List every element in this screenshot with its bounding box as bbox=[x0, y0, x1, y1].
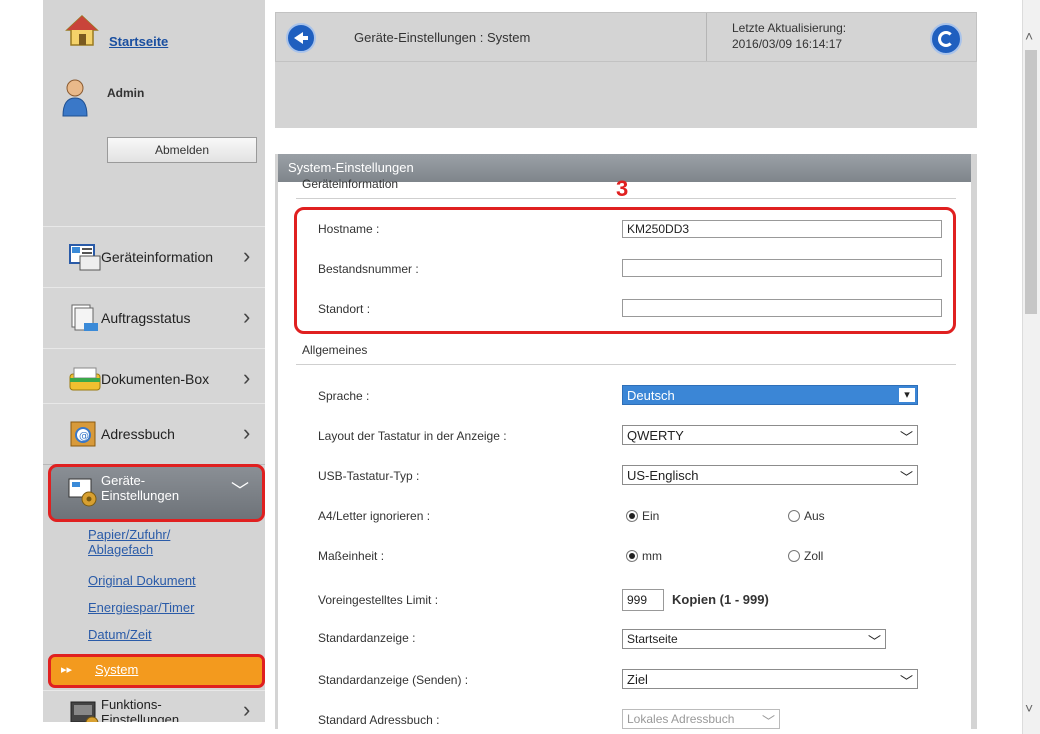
address-book-icon: @ bbox=[70, 421, 96, 447]
last-update-value: 2016/03/09 16:14:17 bbox=[732, 37, 843, 51]
chevron-down-icon: ﹀ bbox=[867, 634, 881, 649]
svg-text:@: @ bbox=[79, 431, 89, 442]
panel-title: System-Einstellungen bbox=[288, 160, 414, 175]
chevron-down-icon: ﹀ bbox=[899, 674, 913, 689]
sidebar-item-label: Auftragsstatus bbox=[101, 310, 191, 326]
chevron-down-icon: ﹀ bbox=[761, 714, 775, 729]
refresh-icon[interactable] bbox=[930, 23, 962, 55]
unit-label: Maßeinheit : bbox=[318, 549, 385, 563]
sub-link-label: System bbox=[95, 662, 139, 677]
sidebar-item-device-settings[interactable]: Geräte- Einstellungen ﹀ bbox=[48, 464, 265, 522]
limit-input[interactable] bbox=[622, 589, 664, 611]
back-arrow-icon[interactable] bbox=[286, 23, 316, 53]
sub-link-original-document[interactable]: Original Dokument bbox=[88, 573, 196, 588]
default-screen-label: Standardanzeige : bbox=[318, 631, 416, 645]
chevron-right-icon: › bbox=[243, 365, 251, 390]
select-value: QWERTY bbox=[627, 428, 684, 443]
scroll-up-icon[interactable]: ˄ bbox=[1025, 28, 1033, 44]
sidebar-item-job-status[interactable]: Auftragsstatus › bbox=[43, 287, 265, 349]
device-settings-icon bbox=[68, 478, 97, 507]
sidebar-item-address-book[interactable]: @ Adressbuch › bbox=[43, 403, 265, 465]
default-screen-send-select[interactable]: Ziel ﹀ bbox=[622, 669, 918, 689]
sidebar-item-label: Geräte- Einstellungen bbox=[101, 473, 180, 503]
sub-link-date-time[interactable]: Datum/Zeit bbox=[88, 627, 152, 642]
limit-suffix: Kopien (1 - 999) bbox=[672, 592, 769, 607]
sub-link-system[interactable]: ▸▸ System bbox=[48, 654, 265, 688]
home-icon bbox=[65, 14, 99, 46]
highlight-box bbox=[294, 207, 956, 334]
last-update-label: Letzte Aktualisierung: bbox=[732, 21, 847, 35]
a4-letter-label: A4/Letter ignorieren : bbox=[318, 509, 431, 523]
user-row: Admin bbox=[43, 74, 265, 126]
select-value: Deutsch bbox=[627, 388, 675, 403]
default-addressbook-select[interactable]: Lokales Adressbuch ﹀ bbox=[622, 709, 780, 729]
callout-3: 3 bbox=[616, 176, 629, 201]
sidebar-item-label: Adressbuch bbox=[101, 426, 175, 442]
function-settings-icon bbox=[70, 701, 99, 722]
select-value: Ziel bbox=[627, 672, 648, 687]
radio-label: Aus bbox=[804, 509, 825, 523]
device-info-icon bbox=[69, 244, 101, 271]
panel-edge bbox=[971, 154, 977, 729]
document-box-icon bbox=[69, 367, 101, 391]
unit-mm-radio[interactable] bbox=[626, 550, 638, 562]
language-label: Sprache : bbox=[318, 389, 370, 403]
chevron-right-icon: › bbox=[243, 304, 251, 329]
user-name: Admin bbox=[107, 86, 145, 100]
sidebar-item-function-settings[interactable]: Funktions- Einstellungen › bbox=[43, 690, 265, 722]
radio-label: mm bbox=[642, 549, 662, 563]
a4-letter-off-radio[interactable] bbox=[788, 510, 800, 522]
user-avatar-icon bbox=[62, 79, 88, 117]
default-screen-select[interactable]: Startseite ﹀ bbox=[622, 629, 886, 649]
language-select[interactable]: Deutsch ▾ bbox=[622, 385, 918, 405]
usb-keyboard-select[interactable]: US-Englisch ﹀ bbox=[622, 465, 918, 485]
limit-label: Voreingestelltes Limit : bbox=[318, 593, 439, 607]
job-status-icon bbox=[71, 304, 98, 331]
sidebar-item-label: Geräteinformation bbox=[101, 249, 214, 265]
divider bbox=[296, 364, 956, 365]
section-general: Allgemeines bbox=[302, 343, 368, 357]
unit-inch-radio[interactable] bbox=[788, 550, 800, 562]
radio-label: Zoll bbox=[804, 549, 824, 563]
sub-link-energy-saver[interactable]: Energiespar/Timer bbox=[88, 600, 194, 615]
scroll-down-icon[interactable]: ˅ bbox=[1025, 700, 1033, 716]
chevron-right-icon: › bbox=[243, 420, 251, 445]
sidebar-item-document-box[interactable]: Dokumenten-Box › bbox=[43, 348, 265, 410]
sidebar-item-label: Funktions- Einstellungen bbox=[101, 697, 180, 722]
bullet-icon: ▸▸ bbox=[61, 664, 73, 676]
scrollbar-thumb[interactable] bbox=[1025, 50, 1037, 314]
chevron-down-icon: ﹀ bbox=[899, 470, 913, 485]
top-bar: Geräte-Einstellungen : System Letzte Akt… bbox=[275, 12, 977, 62]
chevron-right-icon: › bbox=[243, 697, 251, 722]
keyboard-layout-select[interactable]: QWERTY ﹀ bbox=[622, 425, 918, 445]
sidebar-item-device-info[interactable]: Geräteinformation › bbox=[43, 226, 265, 288]
chevron-down-icon: ﹀ bbox=[231, 481, 249, 501]
chevron-down-icon: ﹀ bbox=[899, 430, 913, 445]
default-screen-send-label: Standardanzeige (Senden) : bbox=[318, 673, 469, 687]
home-link[interactable]: Startseite bbox=[109, 34, 168, 49]
usb-keyboard-label: USB-Tastatur-Typ : bbox=[318, 469, 420, 483]
a4-letter-on-radio[interactable] bbox=[626, 510, 638, 522]
chevron-down-icon: ▾ bbox=[899, 388, 915, 402]
keyboard-layout-label: Layout der Tastatur in der Anzeige : bbox=[318, 429, 507, 443]
select-value: Lokales Adressbuch bbox=[627, 712, 735, 726]
divider bbox=[706, 13, 707, 61]
sub-link-paper-feed[interactable]: Papier/Zufuhr/Ablagefach bbox=[88, 527, 170, 557]
sidebar-item-label: Dokumenten-Box bbox=[101, 371, 210, 387]
radio-label: Ein bbox=[642, 509, 660, 523]
select-value: Startseite bbox=[627, 632, 678, 646]
select-value: US-Englisch bbox=[627, 468, 699, 483]
logout-button[interactable]: Abmelden bbox=[107, 137, 257, 163]
section-device-info: Geräteinformation bbox=[302, 177, 399, 191]
sidebar: Startseite Admin Abmelden Geräteinformat… bbox=[43, 0, 265, 722]
chevron-right-icon: › bbox=[243, 243, 251, 268]
home-row[interactable]: Startseite bbox=[43, 12, 265, 60]
breadcrumb: Geräte-Einstellungen : System bbox=[354, 30, 531, 45]
header-band bbox=[275, 62, 977, 128]
default-addressbook-label: Standard Adressbuch : bbox=[318, 713, 440, 727]
